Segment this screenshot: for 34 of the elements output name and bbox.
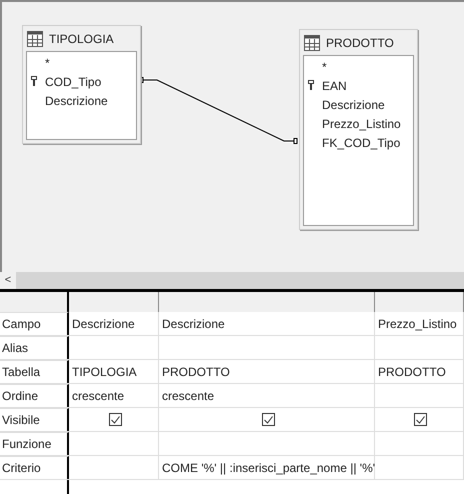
field-name[interactable]: EAN xyxy=(322,76,347,94)
field-name[interactable]: FK_COD_Tipo xyxy=(322,134,400,152)
table-title: TIPOLOGIA xyxy=(49,30,114,48)
grid-cell-text: crescente xyxy=(72,388,124,404)
table-title: PRODOTTO xyxy=(326,34,394,52)
row-label: Alias xyxy=(1,340,28,357)
visible-checkbox[interactable] xyxy=(108,413,122,426)
grid-cell-text: crescente xyxy=(162,388,214,404)
grid-cell-text: PRODOTTO xyxy=(162,364,230,380)
field-name[interactable]: Descrizione xyxy=(45,92,108,110)
grid-cell-text: TIPOLOGIA xyxy=(72,364,137,380)
field-name[interactable]: Prezzo_Listino xyxy=(322,114,401,132)
field-name[interactable]: COD_Tipo xyxy=(45,72,102,90)
field-name[interactable]: * xyxy=(322,58,327,76)
grid-cell-text: PRODOTTO xyxy=(378,364,446,380)
row-label: Visibile xyxy=(1,412,40,429)
table-window[interactable]: TIPOLOGIA * COD_Tipo Descrizione xyxy=(22,25,141,144)
row-label: Criterio xyxy=(1,460,41,477)
field-name[interactable]: Descrizione xyxy=(322,96,385,114)
grid-cell-text: Prezzo_Listino xyxy=(378,316,457,332)
scroll-left-button[interactable]: < xyxy=(0,272,16,289)
grid-cell-text: COME '%' || :inserisci_parte_nome || '%' xyxy=(162,460,376,476)
table-icon xyxy=(304,34,320,50)
visible-checkbox[interactable] xyxy=(414,413,427,426)
table-icon xyxy=(27,30,43,46)
row-label: Tabella xyxy=(1,364,40,381)
table-window[interactable]: PRODOTTO * EAN Descrizione Prezzo_Listino FK_COD_Tipo xyxy=(299,29,418,230)
row-label: Ordine xyxy=(1,388,38,405)
row-label: Funzione xyxy=(1,436,52,453)
field-name[interactable]: * xyxy=(45,54,50,72)
grid-cell-text: Descrizione xyxy=(162,316,225,332)
row-label: Campo xyxy=(1,316,41,333)
grid-cell-text: Descrizione xyxy=(72,316,135,332)
visible-checkbox[interactable] xyxy=(262,413,274,426)
